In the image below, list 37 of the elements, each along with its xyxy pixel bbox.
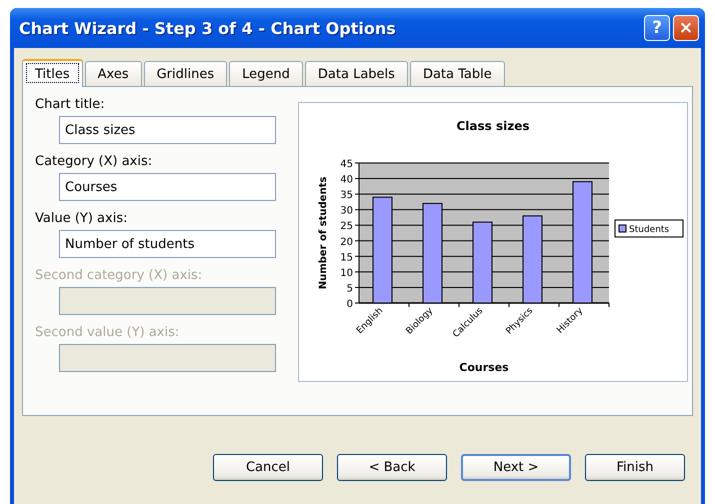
- tick-label: 35: [340, 190, 353, 202]
- tab[interactable]: Data Labels: [304, 61, 408, 86]
- text-field[interactable]: Courses: [59, 173, 276, 201]
- legend-swatch: [618, 224, 626, 232]
- tick-label: 5: [346, 283, 353, 294]
- tab[interactable]: Titles: [22, 59, 83, 87]
- text-field[interactable]: Number of students: [59, 230, 276, 258]
- tick-label: 45: [340, 159, 353, 170]
- tab[interactable]: Data Table: [410, 61, 505, 86]
- text-field[interactable]: Class sizes: [59, 116, 276, 144]
- tick-label: 25: [340, 221, 353, 232]
- dialog-button[interactable]: Cancel: [213, 454, 323, 481]
- tick-label: 20: [340, 236, 353, 248]
- dialog-button[interactable]: Next >: [461, 454, 571, 481]
- x-axis-title: Courses: [459, 361, 509, 374]
- field-label: Category (X) axis:: [35, 154, 154, 169]
- legend-label: Students: [629, 225, 670, 235]
- tab[interactable]: Gridlines: [144, 61, 228, 86]
- dialog-button[interactable]: Finish: [585, 454, 685, 481]
- tick-label: 15: [340, 252, 353, 264]
- tick-label: 30: [340, 206, 353, 217]
- field-label: Second value (Y) axis:: [35, 325, 180, 340]
- tick-label: 0: [346, 299, 353, 310]
- window-title: Chart Wizard - Step 3 of 4 - Chart Options: [19, 18, 396, 38]
- tab[interactable]: Legend: [229, 61, 303, 86]
- y-axis-title: Number of students: [318, 176, 329, 290]
- close-button[interactable]: ×: [673, 15, 699, 41]
- field-label: Second category (X) axis:: [35, 268, 204, 283]
- tab[interactable]: Axes: [84, 61, 142, 86]
- help-button[interactable]: ?: [644, 15, 670, 41]
- tick-label: 10: [340, 268, 353, 279]
- field-label: Value (Y) axis:: [35, 211, 128, 226]
- field-label: Chart title:: [35, 97, 106, 112]
- tick-label: 40: [340, 174, 353, 186]
- legend-box: [614, 220, 684, 238]
- dialog-button[interactable]: < Back: [337, 454, 447, 481]
- chart-title: Class sizes: [456, 119, 530, 133]
